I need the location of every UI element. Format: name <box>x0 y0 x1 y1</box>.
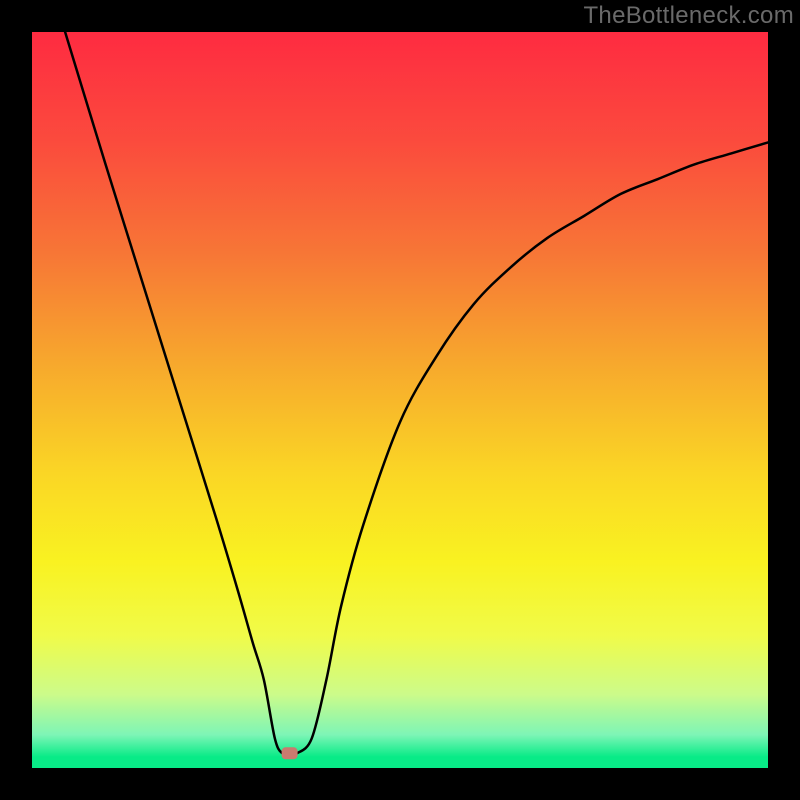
optimal-point-marker <box>282 747 298 759</box>
bottleneck-chart <box>0 0 800 800</box>
watermark-text: TheBottleneck.com <box>583 2 794 30</box>
chart-frame: TheBottleneck.com <box>0 0 800 800</box>
plot-background <box>32 32 768 768</box>
